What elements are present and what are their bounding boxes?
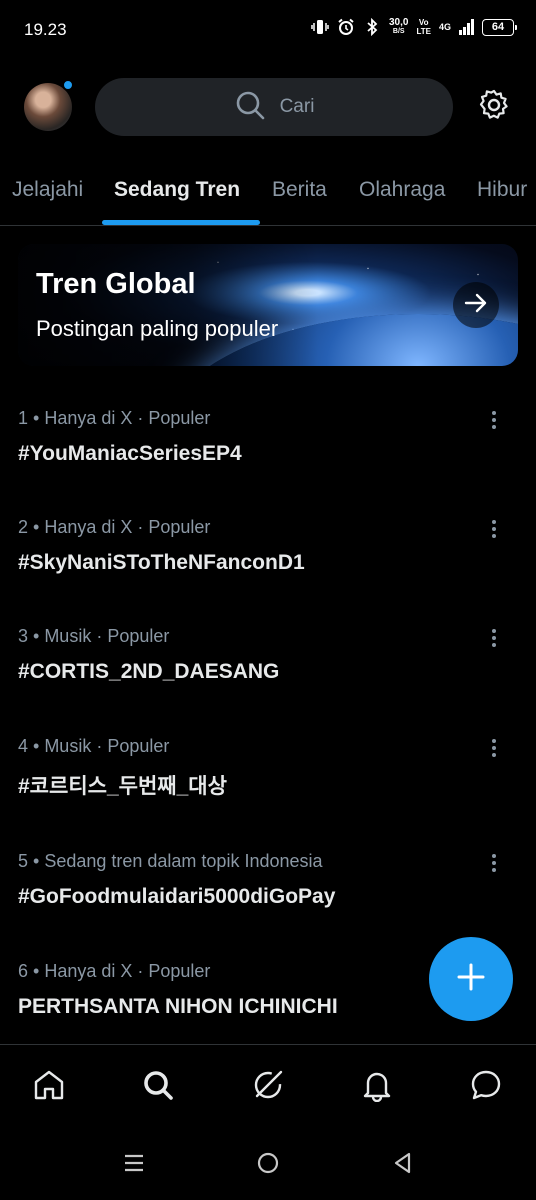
trend-name: #CORTIS_2ND_DAESANG bbox=[18, 660, 280, 683]
notifications-icon bbox=[360, 1068, 394, 1107]
trend-name: PERTHSANTA NIHON ICHINICHI bbox=[18, 995, 338, 1018]
messages-icon bbox=[468, 1067, 504, 1108]
tab-berita[interactable]: Berita bbox=[272, 178, 327, 202]
system-nav-bar bbox=[0, 1130, 536, 1200]
arrow-right-icon bbox=[463, 290, 489, 321]
grok-icon bbox=[250, 1067, 286, 1108]
more-options-icon[interactable] bbox=[484, 408, 504, 432]
banner-title: Tren Global bbox=[36, 268, 196, 300]
search-placeholder: Cari bbox=[279, 96, 315, 117]
trend-name: #SkyNaniSToTheNFanconD1 bbox=[18, 551, 305, 574]
back-button[interactable] bbox=[387, 1150, 417, 1180]
explore-tabs: Jelajahi Sedang Tren Berita Olahraga Hib… bbox=[0, 160, 536, 226]
speed-value: 30,0 bbox=[389, 17, 409, 28]
alarm-icon bbox=[337, 18, 355, 36]
bluetooth-icon bbox=[363, 18, 381, 36]
notification-dot bbox=[62, 79, 74, 91]
more-options-icon[interactable] bbox=[484, 851, 504, 875]
active-tab-indicator bbox=[102, 220, 260, 225]
banner-arrow-button[interactable] bbox=[453, 282, 499, 328]
trend-name: #GoFoodmulaidari5000diGoPay bbox=[18, 885, 336, 908]
volte-indicator: Vo LTE bbox=[416, 18, 431, 36]
trend-name: #YouManiacSeriesEP4 bbox=[18, 442, 242, 465]
tab-hiburan[interactable]: Hibur bbox=[477, 178, 527, 202]
global-trends-banner[interactable]: Tren Global Postingan paling populer bbox=[18, 244, 518, 366]
battery-icon: 64 bbox=[482, 18, 517, 36]
trend-meta: 6 • Hanya di X · Populer bbox=[18, 961, 211, 981]
gear-icon bbox=[477, 88, 511, 127]
search-icon bbox=[234, 89, 266, 126]
home-system-button[interactable] bbox=[253, 1150, 283, 1180]
network-type: 4G bbox=[438, 22, 451, 32]
vibrate-icon bbox=[311, 18, 329, 36]
trend-meta: 4 • Musik · Populer bbox=[18, 736, 170, 756]
trend-name: #코르티스_두번째_대상 bbox=[18, 775, 227, 798]
tab-olahraga[interactable]: Olahraga bbox=[359, 178, 445, 202]
search-input[interactable]: Cari bbox=[95, 78, 453, 136]
network-speed: 30,0 B/S bbox=[389, 18, 408, 36]
volte-bottom: LTE bbox=[416, 27, 431, 36]
nav-explore-button[interactable] bbox=[138, 1067, 178, 1107]
volte-top: Vo bbox=[418, 18, 429, 27]
battery-level: 64 bbox=[491, 21, 505, 33]
nav-messages-button[interactable] bbox=[466, 1067, 506, 1107]
speed-unit: B/S bbox=[392, 28, 405, 35]
nav-grok-button[interactable] bbox=[248, 1067, 288, 1107]
back-triangle-icon bbox=[391, 1151, 413, 1180]
home-icon bbox=[32, 1068, 66, 1107]
nav-home-button[interactable] bbox=[29, 1067, 69, 1107]
menu-icon bbox=[122, 1152, 146, 1179]
status-time: 19.23 bbox=[24, 20, 67, 39]
signal-icon bbox=[459, 19, 474, 35]
more-options-icon[interactable] bbox=[484, 517, 504, 541]
trend-meta: 3 • Musik · Populer bbox=[18, 626, 170, 646]
banner-shade bbox=[18, 244, 518, 366]
recent-apps-button[interactable] bbox=[119, 1150, 149, 1180]
trend-meta: 1 • Hanya di X · Populer bbox=[18, 408, 211, 428]
nav-notifications-button[interactable] bbox=[357, 1067, 397, 1107]
more-options-icon[interactable] bbox=[484, 736, 504, 760]
tab-jelajahi[interactable]: Jelajahi bbox=[12, 178, 83, 202]
status-icons: 30,0 B/S Vo LTE 4G 64 bbox=[311, 18, 517, 36]
circle-icon bbox=[256, 1151, 280, 1180]
more-options-icon[interactable] bbox=[484, 626, 504, 650]
trend-meta: 5 • Sedang tren dalam topik Indonesia bbox=[18, 851, 323, 871]
status-bar: 19.23 30,0 B/S Vo LTE 4G 64 bbox=[0, 0, 536, 60]
plus-icon bbox=[456, 962, 486, 997]
tab-sedang-tren[interactable]: Sedang Tren bbox=[114, 178, 240, 202]
settings-button[interactable] bbox=[476, 89, 512, 125]
compose-post-button[interactable] bbox=[429, 937, 513, 1021]
search-icon bbox=[141, 1068, 175, 1107]
bottom-nav bbox=[0, 1044, 536, 1130]
banner-subtitle: Postingan paling populer bbox=[36, 316, 279, 341]
trend-meta: 2 • Hanya di X · Populer bbox=[18, 517, 211, 537]
